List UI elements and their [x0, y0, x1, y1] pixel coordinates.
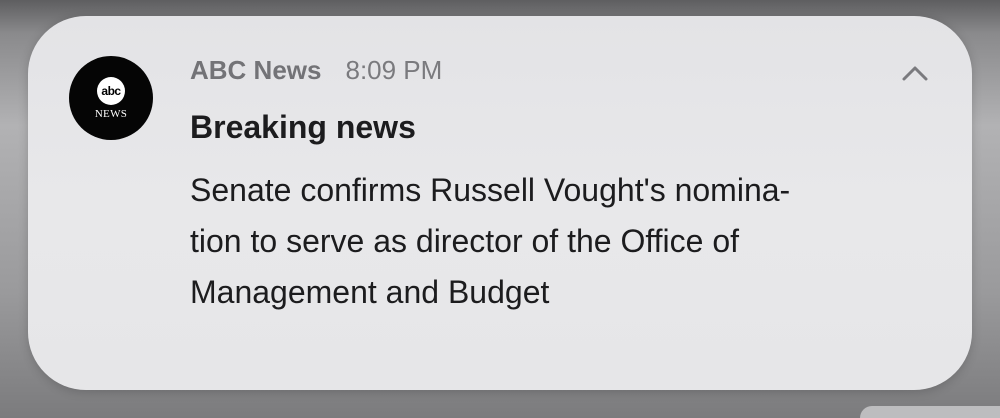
- abc-news-app-icon: abc NEWS: [69, 56, 153, 140]
- notification-card[interactable]: abc NEWS ABC News 8:09 PM Breaking news …: [28, 16, 972, 390]
- timestamp: 8:09 PM: [345, 55, 443, 85]
- collapse-button[interactable]: [900, 60, 930, 86]
- notification-title: Breaking news: [190, 109, 416, 145]
- notification-header: ABC News 8:09 PM: [190, 55, 442, 86]
- abc-logo-mark: abc: [97, 76, 125, 105]
- chevron-up-icon: [902, 66, 928, 81]
- news-logo-text: NEWS: [94, 107, 128, 120]
- app-name: ABC News: [190, 55, 322, 85]
- body-line: tion to serve as director of the Office …: [190, 223, 740, 259]
- body-line: Management and Budget: [190, 274, 550, 310]
- body-line: Senate confirms Russell Vought's nomina-: [190, 172, 791, 208]
- background-next-notification: [860, 406, 1000, 418]
- notification-body: Senate confirms Russell Vought's nomina-…: [190, 165, 890, 318]
